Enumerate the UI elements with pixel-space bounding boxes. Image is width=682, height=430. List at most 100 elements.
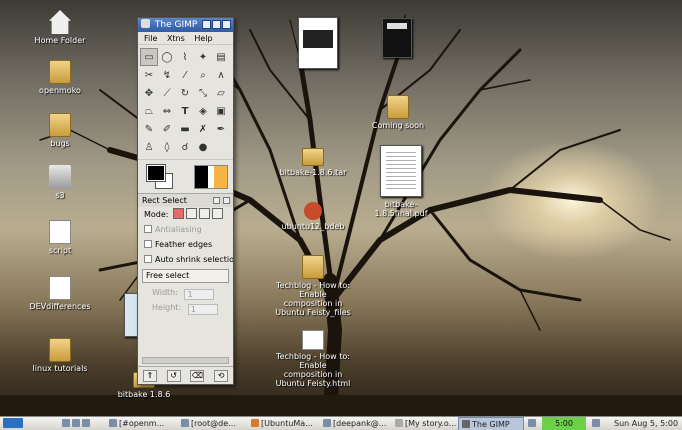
task-the-gimp[interactable]: The GIMP — [458, 417, 524, 430]
paintbrush-tool-icon[interactable]: ✐ — [158, 120, 176, 138]
save-options-icon[interactable]: ⇑ — [142, 369, 157, 382]
foreground-color-swatch[interactable] — [146, 164, 166, 182]
shear-tool-icon[interactable]: ▱ — [212, 84, 230, 102]
menu-file[interactable]: File — [144, 34, 157, 43]
device-thumbnail[interactable] — [382, 18, 412, 58]
antialiasing-option[interactable]: Antialiasing — [138, 222, 233, 237]
gimp-titlebar[interactable]: The GIMP — [138, 18, 233, 32]
desktop-icon-techblog-files[interactable]: Techblog - How to: Enable composition in… — [274, 255, 352, 317]
desktop-icon-bugs[interactable]: bugs — [24, 113, 96, 148]
pencil-tool-icon[interactable]: ✎ — [140, 120, 158, 138]
gimp-window-icon — [141, 19, 150, 28]
bucket-fill-tool-icon[interactable]: ◈ — [194, 102, 212, 120]
task-root-terminal[interactable]: [root@de... — [178, 417, 248, 430]
desktop-icon-openmoko[interactable]: openmoko — [24, 60, 96, 95]
desktop-icon-bitbake-pdf[interactable]: bitbake-1.8.5final.pdf — [360, 200, 442, 218]
fuzzy-select-tool-icon[interactable]: ✦ — [194, 48, 212, 66]
quicklaunch-icons[interactable] — [62, 417, 102, 430]
desktop-icon-devdifferences[interactable]: DEVdifferences — [24, 276, 96, 311]
screenshot-thumbnail[interactable] — [298, 17, 338, 69]
restore-options-icon[interactable]: ↺ — [166, 369, 181, 382]
desktop-icon-linux-tutorials[interactable]: linux tutorials — [24, 338, 96, 373]
task-irc[interactable]: [#openm... — [106, 417, 176, 430]
auto-shrink-option[interactable]: Auto shrink selectio — [138, 252, 233, 267]
folder-icon — [49, 338, 71, 362]
text-tool-icon[interactable]: T — [176, 102, 194, 120]
width-field[interactable]: 1 — [184, 289, 215, 300]
clock[interactable]: Sun Aug 5, 5:00 — [614, 417, 682, 430]
desktop-icon-ubuntu-deb[interactable]: ubuntu12_bdeb — [274, 202, 352, 231]
close-icon[interactable] — [222, 20, 231, 29]
menu-xtns[interactable]: Xtns — [167, 34, 185, 43]
lasso-tool-icon[interactable]: ⌇ — [176, 48, 194, 66]
desktop-icon-home-folder[interactable]: Home Folder — [24, 10, 96, 45]
tray-time-box[interactable]: 5:00 — [542, 417, 586, 430]
crop-tool-icon[interactable]: ⟋ — [158, 84, 176, 102]
ellipse-select-tool-icon[interactable]: ◯ — [158, 48, 176, 66]
folder-icon — [302, 148, 324, 166]
flip-tool-icon[interactable]: ⇔ — [158, 102, 176, 120]
gimp-toolbox-window[interactable]: The GIMP File Xtns Help ▭ ◯ ⌇ ✦ ▤ ✂ ↯ ⁄ … — [137, 17, 234, 385]
replace-mode-icon[interactable] — [173, 208, 185, 219]
tab-menu-icon[interactable] — [213, 197, 220, 204]
scissors-tool-icon[interactable]: ✂ — [140, 66, 158, 84]
mode-row: Mode: — [138, 207, 233, 222]
maximize-icon[interactable] — [212, 20, 221, 29]
task-my-story[interactable]: [My story.o... — [392, 417, 458, 430]
rect-select-tool-icon[interactable]: ▭ — [140, 48, 158, 66]
height-field[interactable]: 1 — [187, 304, 218, 315]
tray-icon[interactable] — [528, 417, 538, 430]
network-icon[interactable] — [592, 417, 604, 430]
smudge-tool-icon[interactable]: ☌ — [176, 138, 194, 156]
add-mode-icon[interactable] — [186, 208, 198, 219]
zoom-tool-icon[interactable]: ⌕ — [194, 66, 212, 84]
document-icon — [302, 330, 324, 350]
delete-options-icon[interactable]: ⌫ — [190, 369, 205, 382]
free-select-dropdown[interactable]: Free select — [142, 269, 229, 283]
options-scrollbar[interactable] — [142, 357, 229, 364]
clone-tool-icon[interactable]: ♙ — [140, 138, 158, 156]
airbrush-tool-icon[interactable]: ✗ — [194, 120, 212, 138]
desktop-background: Home Folder openmoko bugs s3 script DEVd… — [0, 0, 682, 416]
desktop-icon-techblog-html[interactable]: Techblog - How to: Enable composition in… — [274, 330, 352, 388]
subtract-mode-icon[interactable] — [199, 208, 211, 219]
rotate-tool-icon[interactable]: ↻ — [176, 84, 194, 102]
pdf-thumbnail[interactable] — [380, 145, 422, 197]
desktop-icon-s3[interactable]: s3 — [24, 165, 96, 200]
antialiasing-checkbox[interactable] — [144, 225, 152, 233]
folder-icon — [302, 255, 324, 279]
measure-tool-icon[interactable]: ∧ — [212, 66, 230, 84]
task-ubuntu-browser[interactable]: [UbuntuMa... — [248, 417, 318, 430]
minimize-icon[interactable] — [202, 20, 211, 29]
feather-edges-checkbox[interactable] — [144, 240, 152, 248]
desktop-icon-coming-soon[interactable]: Coming soon — [360, 95, 436, 130]
eraser-tool-icon[interactable]: ▬ — [176, 120, 194, 138]
color-picker-tool-icon[interactable]: ⁄ — [176, 66, 194, 84]
desktop-icon-script[interactable]: script — [24, 220, 96, 255]
desktop-icon-bitbake-tar[interactable]: bitbake-1.8.6.tar — [274, 148, 352, 177]
start-menu-icon[interactable] — [3, 417, 31, 430]
book-thumbnail[interactable] — [124, 293, 138, 337]
terminal-icon — [181, 419, 189, 427]
dodge-burn-tool-icon[interactable]: ● — [194, 138, 212, 156]
brush-pattern-gradient-selector[interactable] — [194, 165, 228, 189]
thumbnail-preview — [303, 30, 333, 48]
heal-tool-icon[interactable]: ◊ — [158, 138, 176, 156]
options-bottom-bar: ⇑ ↺ ⌫ ⟲ — [138, 366, 233, 384]
document-icon — [49, 276, 71, 300]
auto-shrink-checkbox[interactable] — [144, 255, 152, 263]
menu-help[interactable]: Help — [194, 34, 212, 43]
close-tab-icon[interactable] — [223, 197, 230, 204]
intersect-mode-icon[interactable] — [212, 208, 224, 219]
task-deepank-terminal[interactable]: [deepank@... — [320, 417, 392, 430]
reset-options-icon[interactable]: ⟲ — [214, 369, 229, 382]
move-tool-icon[interactable]: ✥ — [140, 84, 158, 102]
color-select-tool-icon[interactable]: ▤ — [212, 48, 230, 66]
scale-tool-icon[interactable]: ⤡ — [194, 84, 212, 102]
paths-tool-icon[interactable]: ↯ — [158, 66, 176, 84]
feather-edges-option[interactable]: Feather edges — [138, 237, 233, 252]
ink-tool-icon[interactable]: ✒ — [212, 120, 230, 138]
perspective-tool-icon[interactable]: ⏢ — [140, 102, 158, 120]
blend-tool-icon[interactable]: ▣ — [212, 102, 230, 120]
tool-options-header: Rect Select — [138, 193, 233, 207]
